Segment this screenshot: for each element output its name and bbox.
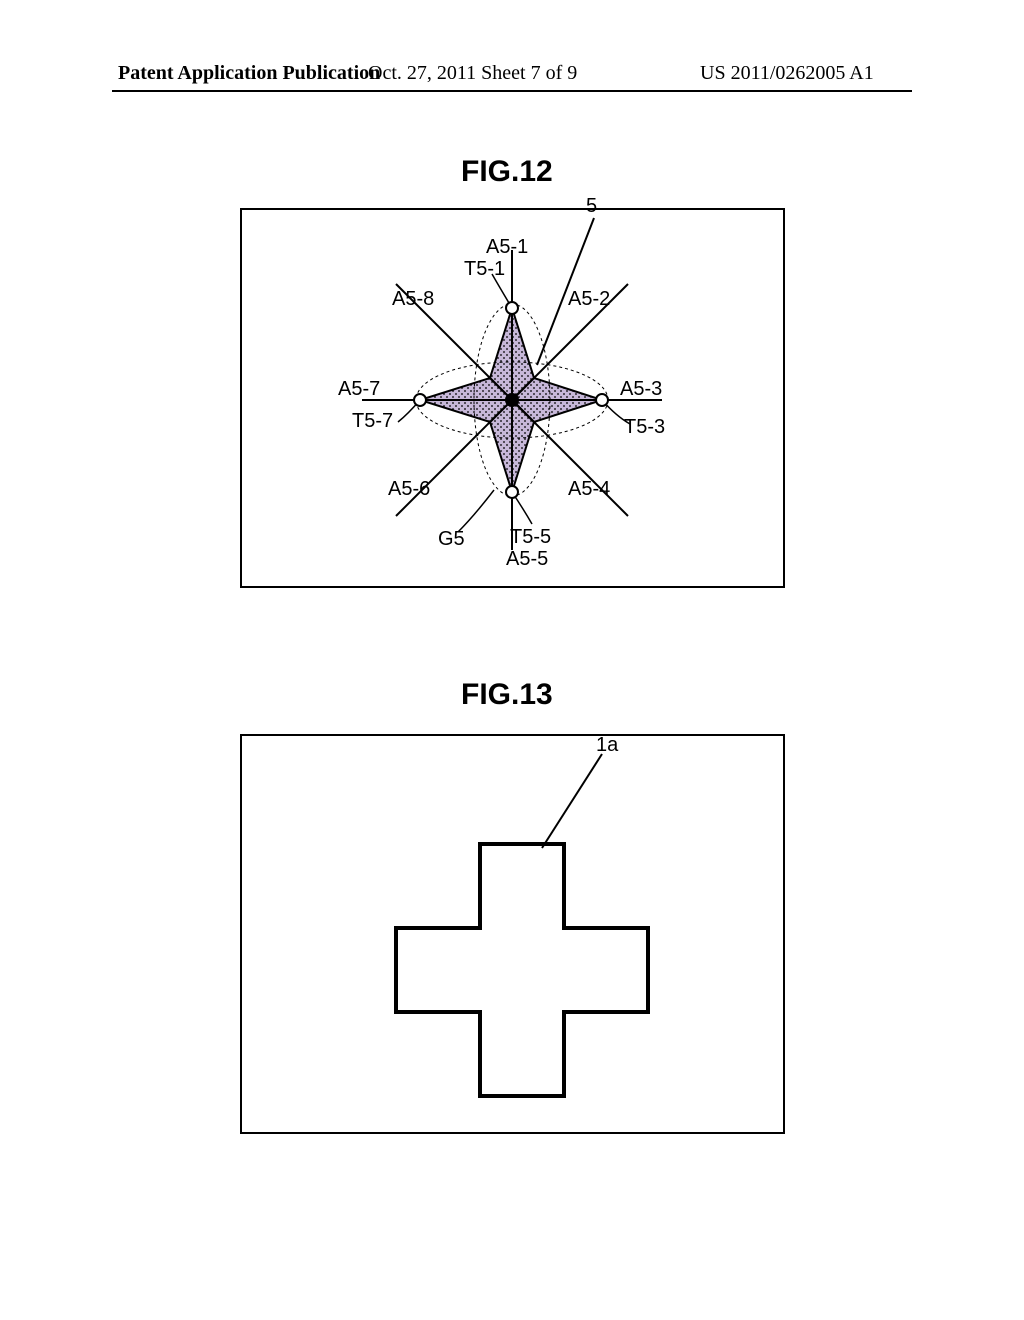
label-a5-8: A5-8	[392, 288, 434, 311]
label-a5-5: A5-5	[506, 548, 548, 571]
label-a5-2: A5-2	[568, 288, 610, 311]
page: Patent Application Publication Oct. 27, …	[0, 0, 1024, 1320]
label-t5-7: T5-7	[352, 410, 393, 433]
label-a5-4: A5-4	[568, 478, 610, 501]
fig13-title: FIG.13	[461, 678, 553, 712]
label-a5-3: A5-3	[620, 378, 662, 401]
label-g5: G5	[438, 528, 465, 551]
header-center: Oct. 27, 2011 Sheet 7 of 9	[368, 62, 577, 85]
label-1a: 1a	[596, 734, 618, 757]
header-left: Patent Application Publication	[118, 62, 380, 85]
fig13-drawing	[242, 736, 787, 1136]
label-t5-1: T5-1	[464, 258, 505, 281]
fig12-title: FIG.12	[461, 155, 553, 189]
header-rule	[112, 90, 912, 92]
label-5: 5	[586, 195, 597, 218]
label-a5-1: A5-1	[486, 236, 528, 259]
fig13-frame: 1a	[240, 734, 785, 1134]
fig12-frame: 5 A5-1 T5-1 A5-2 A5-8 A5-3 T5-3 A5-7 T5-…	[240, 208, 785, 588]
label-a5-6: A5-6	[388, 478, 430, 501]
label-t5-5: T5-5	[510, 526, 551, 549]
label-t5-3: T5-3	[624, 416, 665, 439]
header-right: US 2011/0262005 A1	[700, 62, 874, 85]
label-a5-7: A5-7	[338, 378, 380, 401]
